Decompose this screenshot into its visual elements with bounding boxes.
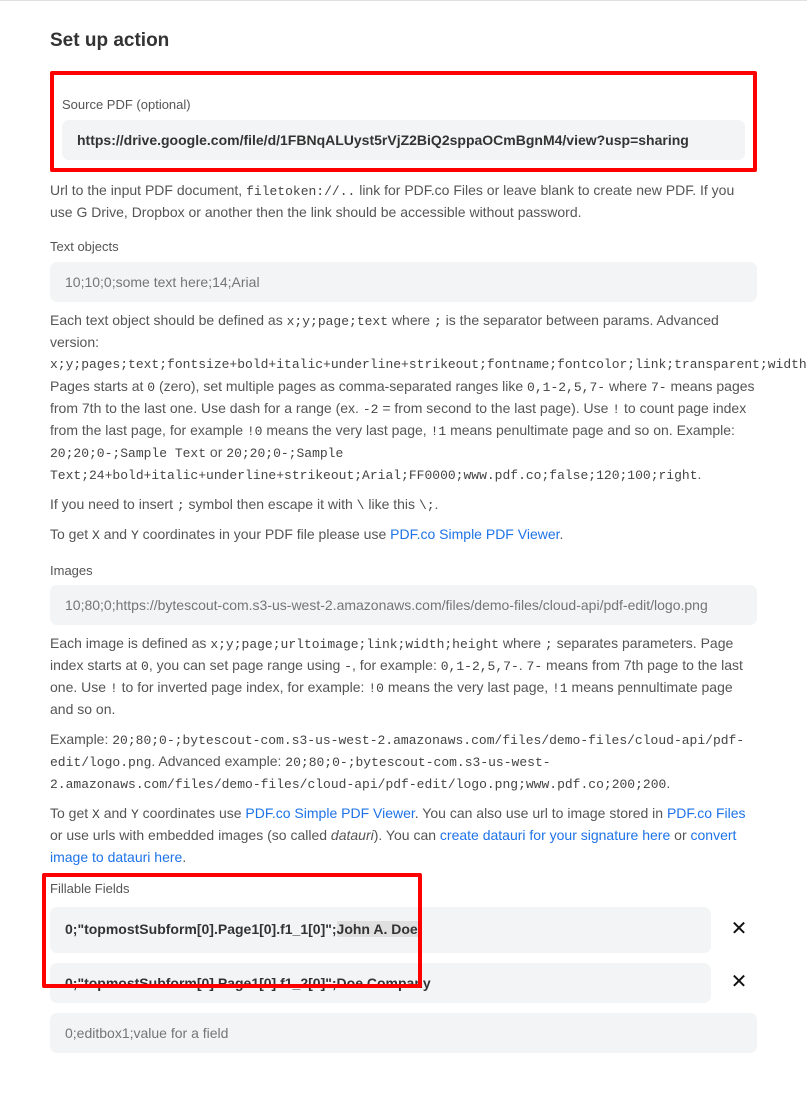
- fillable-row-new: [50, 1013, 757, 1053]
- source-pdf-highlight-box: Source PDF (optional): [50, 71, 757, 171]
- images-help-3: To get X and Y coordinates use PDF.co Si…: [50, 803, 757, 869]
- fillable-input-new[interactable]: [50, 1013, 757, 1053]
- page-title: Set up action: [50, 26, 757, 55]
- source-pdf-input[interactable]: [62, 120, 745, 160]
- source-pdf-label: Source PDF (optional): [62, 95, 745, 115]
- images-input[interactable]: [50, 585, 757, 625]
- images-label: Images: [50, 561, 757, 581]
- fillable-input-1[interactable]: 0;"topmostSubform[0].Page1[0].f1_1[0]";J…: [50, 907, 711, 953]
- close-icon: ✕: [731, 967, 748, 998]
- text-objects-help-1: Each text object should be defined as x;…: [50, 310, 757, 487]
- text-objects-input[interactable]: [50, 262, 757, 302]
- fillable-row: ✕: [50, 963, 757, 1003]
- images-help-1: Each image is defined as x;y;page;urltoi…: [50, 633, 757, 721]
- fillable-input-2[interactable]: [50, 963, 711, 1003]
- text-objects-help-3: To get X and Y coordinates in your PDF f…: [50, 524, 757, 546]
- delete-row-button[interactable]: ✕: [721, 965, 757, 1001]
- text-objects-label: Text objects: [50, 237, 757, 257]
- images-help-2: Example: 20;80;0-;bytescout-com.s3-us-we…: [50, 729, 757, 795]
- pdf-viewer-link-1[interactable]: PDF.co Simple PDF Viewer: [390, 526, 559, 542]
- fillable-fields-label: Fillable Fields: [50, 879, 757, 899]
- delete-row-button[interactable]: ✕: [721, 912, 757, 948]
- fillable-row: 0;"topmostSubform[0].Page1[0].f1_1[0]";J…: [50, 907, 757, 953]
- text-objects-help-2: If you need to insert ; symbol then esca…: [50, 494, 757, 516]
- close-icon: ✕: [731, 914, 748, 945]
- pdf-viewer-link-2[interactable]: PDF.co Simple PDF Viewer: [245, 805, 414, 821]
- source-pdf-help: Url to the input PDF document, filetoken…: [50, 180, 757, 224]
- create-datauri-link[interactable]: create datauri for your signature here: [440, 827, 670, 843]
- pdfco-files-link[interactable]: PDF.co Files: [667, 805, 746, 821]
